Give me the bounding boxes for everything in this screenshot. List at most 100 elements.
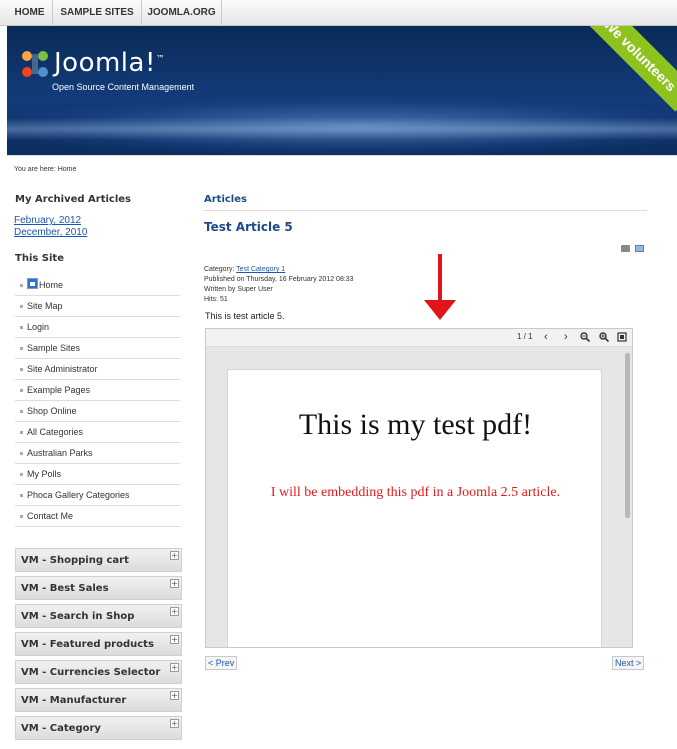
bullet-icon — [20, 305, 23, 308]
archived-articles-title: My Archived Articles — [15, 194, 132, 205]
pdf-page: This is my test pdf! I will be embedding… — [227, 369, 602, 647]
bullet-icon — [20, 326, 23, 329]
brand-name[interactable]: Joomla!™ — [54, 48, 165, 78]
article-author: Written by Super User — [204, 286, 273, 293]
menu-item-label: My Polls — [27, 469, 62, 479]
expand-icon[interactable]: + — [170, 551, 179, 560]
bullet-icon — [20, 431, 23, 434]
this-site-title: This Site — [15, 253, 64, 264]
bullet-icon — [20, 347, 23, 350]
article-category: Category: Test Category 1 — [204, 265, 285, 274]
module-title: VM - Featured products — [21, 639, 154, 650]
embedded-pdf-viewer[interactable]: 1 / 1 ‹ › This is my test pdf! I will be… — [205, 328, 633, 648]
next-button[interactable]: Next > — [612, 656, 645, 670]
menu-item-my-polls[interactable]: My Polls — [15, 464, 180, 485]
email-icon[interactable] — [635, 245, 644, 252]
vm-module-manufacturer[interactable]: VM - Manufacturer + — [15, 688, 182, 712]
menu-item-label: Contact Me — [27, 511, 74, 521]
menu-item-home[interactable]: Home — [15, 275, 180, 296]
pdf-title-text: This is my test pdf! — [298, 408, 533, 441]
zoom-in-icon[interactable] — [599, 332, 609, 342]
menu-item-example-pages[interactable]: Example Pages — [15, 380, 180, 401]
menu-item-label: All Categories — [27, 427, 84, 437]
menu-item-phoca-gallery[interactable]: Phoca Gallery Categories — [15, 485, 180, 506]
nav-joomla-org[interactable]: JOOMLA.ORG — [142, 0, 222, 26]
pdf-scrollbar[interactable] — [625, 353, 630, 518]
joomla-logo-icon[interactable] — [19, 48, 51, 80]
vm-module-search-in-shop[interactable]: VM - Search in Shop + — [15, 604, 182, 628]
brand-text: Joomla! — [54, 48, 156, 78]
menu-item-label: Sample Sites — [27, 343, 81, 353]
vm-module-category[interactable]: VM - Category + — [15, 716, 182, 740]
site-header: Joomla!™ Open Source Content Management … — [7, 26, 677, 155]
print-icon[interactable] — [621, 245, 630, 252]
fit-page-icon[interactable] — [617, 332, 627, 342]
articles-heading: Articles — [204, 194, 247, 205]
article-title[interactable]: Test Article 5 — [204, 220, 293, 234]
menu-item-login[interactable]: Login — [15, 317, 180, 338]
bullet-icon — [20, 452, 23, 455]
module-title: VM - Best Sales — [21, 583, 109, 594]
menu-item-label: Login — [27, 322, 50, 332]
category-link[interactable]: Test Category 1 — [236, 266, 285, 273]
header-divider — [7, 155, 677, 156]
brand-trademark: ™ — [155, 54, 166, 65]
expand-icon[interactable]: + — [170, 719, 179, 728]
virtuemart-modules: VM - Shopping cart + VM - Best Sales + VM … — [15, 548, 182, 744]
bullet-icon — [20, 473, 23, 476]
expand-icon[interactable]: + — [170, 579, 179, 588]
volunteers-ribbon[interactable]: We volunteers — [583, 26, 677, 112]
home-icon — [27, 278, 38, 289]
pdf-toolbar: 1 / 1 ‹ › — [206, 329, 632, 347]
bullet-icon — [20, 410, 23, 413]
header-tagline: Open Source Content Management — [52, 82, 195, 92]
archive-link-feb-2012[interactable]: February, 2012 — [14, 215, 81, 226]
header-wave-highlight — [7, 118, 677, 140]
menu-item-label: Site Map — [27, 301, 63, 311]
menu-item-site-administrator[interactable]: Site Administrator — [15, 359, 180, 380]
menu-item-site-map[interactable]: Site Map — [15, 296, 180, 317]
vm-module-featured-products[interactable]: VM - Featured products + — [15, 632, 182, 656]
menu-item-label: Home — [39, 280, 64, 290]
expand-icon[interactable]: + — [170, 691, 179, 700]
menu-item-label: Australian Parks — [27, 448, 93, 458]
expand-icon[interactable]: + — [170, 663, 179, 672]
menu-item-australian-parks[interactable]: Australian Parks — [15, 443, 180, 464]
site-menu: Home Site Map Login Sample Sites Site Ad… — [15, 275, 180, 527]
nav-sample-sites[interactable]: SAMPLE SITES — [53, 0, 142, 26]
menu-item-sample-sites[interactable]: Sample Sites — [15, 338, 180, 359]
module-title: VM - Search in Shop — [21, 611, 135, 622]
top-navigation: HOME SAMPLE SITES JOOMLA.ORG — [0, 0, 677, 26]
previous-page-icon[interactable]: ‹ — [544, 331, 548, 343]
menu-item-all-categories[interactable]: All Categories — [15, 422, 180, 443]
vm-module-best-sales[interactable]: VM - Best Sales + — [15, 576, 182, 600]
bullet-icon — [20, 284, 23, 287]
vm-module-shopping-cart[interactable]: VM - Shopping cart + — [15, 548, 182, 572]
pdf-page-counter: 1 / 1 — [517, 332, 533, 341]
menu-item-label: Example Pages — [27, 385, 91, 395]
heading-divider — [204, 210, 647, 211]
article-hits: Hits: 51 — [204, 296, 228, 303]
bullet-icon — [20, 515, 23, 518]
menu-item-shop-online[interactable]: Shop Online — [15, 401, 180, 422]
next-page-icon[interactable]: › — [564, 331, 568, 343]
category-label: Category: — [204, 266, 237, 273]
expand-icon[interactable]: + — [170, 635, 179, 644]
archive-link-dec-2010[interactable]: December, 2010 — [14, 227, 87, 238]
bullet-icon — [20, 389, 23, 392]
article-intro-text: This is test article 5. — [205, 311, 285, 321]
breadcrumb: You are here: Home — [14, 166, 77, 173]
menu-item-contact-me[interactable]: Contact Me — [15, 506, 180, 527]
expand-icon[interactable]: + — [170, 607, 179, 616]
nav-home[interactable]: HOME — [7, 0, 53, 26]
prev-button[interactable]: < Prev — [205, 656, 238, 670]
module-title: VM - Category — [21, 723, 101, 734]
vm-module-currencies-selector[interactable]: VM - Currencies Selector + — [15, 660, 182, 684]
menu-item-label: Shop Online — [27, 406, 77, 416]
pdf-body-text: I will be embedding this pdf in a Joomla… — [270, 485, 561, 500]
red-down-arrow-icon — [424, 254, 456, 320]
module-title: VM - Currencies Selector — [21, 667, 161, 678]
menu-item-label: Site Administrator — [27, 364, 98, 374]
zoom-out-icon[interactable] — [580, 332, 590, 342]
bullet-icon — [20, 368, 23, 371]
